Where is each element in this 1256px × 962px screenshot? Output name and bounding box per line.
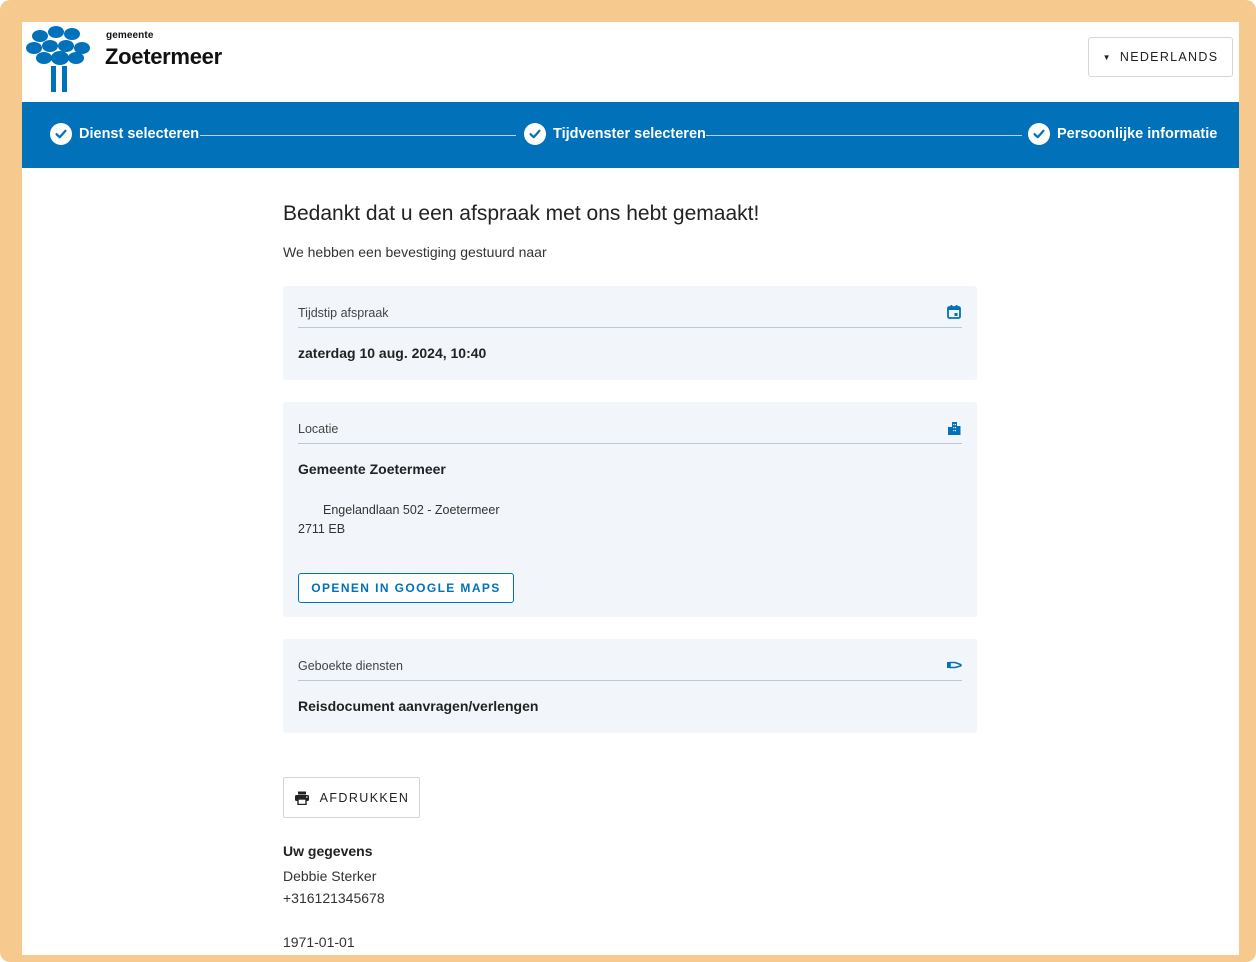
site-header: gemeente Zoetermeer ▼ NEDERLANDS: [22, 22, 1239, 102]
personal-phone: +316121345678: [283, 890, 385, 906]
card-header: Tijdstip afspraak: [298, 286, 962, 328]
language-button[interactable]: ▼ NEDERLANDS: [1088, 37, 1233, 77]
progress-stepper: Dienst selecteren Tijdvenster selecteren…: [22, 102, 1239, 168]
confirmation-subtitle: We hebben een bevestiging gestuurd naar: [283, 244, 547, 260]
step-persoonlijke-informatie[interactable]: Persoonlijke informatie: [1028, 123, 1217, 145]
calendar-icon: [947, 305, 961, 319]
location-postcode: 2711 EB: [298, 522, 346, 536]
card-header: Geboekte diensten: [298, 639, 962, 681]
language-label: NEDERLANDS: [1119, 50, 1219, 64]
check-circle-icon: [1028, 123, 1050, 145]
step-dienst-selecteren[interactable]: Dienst selecteren: [50, 123, 199, 145]
location-card: Locatie Gemeente Zoetermeer Engelandlaan…: [283, 402, 977, 617]
open-google-maps-button[interactable]: OPENEN IN GOOGLE MAPS: [298, 573, 514, 603]
location-label: Locatie: [298, 422, 339, 436]
personal-name: Debbie Sterker: [283, 868, 377, 884]
booked-service: Reisdocument aanvragen/verlengen: [298, 698, 539, 714]
step-connector: [706, 135, 1022, 136]
page-title: Bedankt dat u een afspraak met ons hebt …: [283, 202, 760, 225]
page: gemeente Zoetermeer ▼ NEDERLANDS Dienst …: [22, 22, 1239, 955]
check-circle-icon: [50, 123, 72, 145]
personal-info-title: Uw gegevens: [283, 843, 373, 859]
appointment-datetime: zaterdag 10 aug. 2024, 10:40: [298, 345, 487, 361]
caret-down-icon: ▼: [1102, 52, 1112, 62]
print-label: AFDRUKKEN: [319, 790, 410, 805]
building-icon: [948, 422, 961, 435]
location-name: Gemeente Zoetermeer: [298, 461, 446, 477]
logo-title: Zoetermeer: [105, 44, 222, 69]
step-tijdvenster-selecteren[interactable]: Tijdvenster selecteren: [524, 123, 706, 145]
appointment-card: Tijdstip afspraak zaterdag 10 aug. 2024,…: [283, 286, 977, 380]
check-circle-icon: [524, 123, 546, 145]
services-card: Geboekte diensten Reisdocument aanvragen…: [283, 639, 977, 733]
logo-subtitle: gemeente: [106, 30, 154, 41]
card-header: Locatie: [298, 402, 962, 444]
printer-icon: [294, 791, 309, 805]
step-label: Tijdvenster selecteren: [553, 126, 706, 142]
step-connector: [200, 135, 516, 136]
appointment-label: Tijdstip afspraak: [298, 306, 389, 320]
step-label: Dienst selecteren: [79, 126, 200, 142]
hand-icon: [947, 661, 962, 669]
services-label: Geboekte diensten: [298, 659, 403, 673]
step-label: Persoonlijke informatie: [1057, 126, 1218, 142]
personal-birthdate: 1971-01-01: [283, 934, 355, 950]
location-address: Engelandlaan 502 - Zoetermeer: [323, 503, 500, 517]
print-button[interactable]: AFDRUKKEN: [283, 777, 420, 818]
zoetermeer-logo-icon[interactable]: [26, 24, 92, 94]
